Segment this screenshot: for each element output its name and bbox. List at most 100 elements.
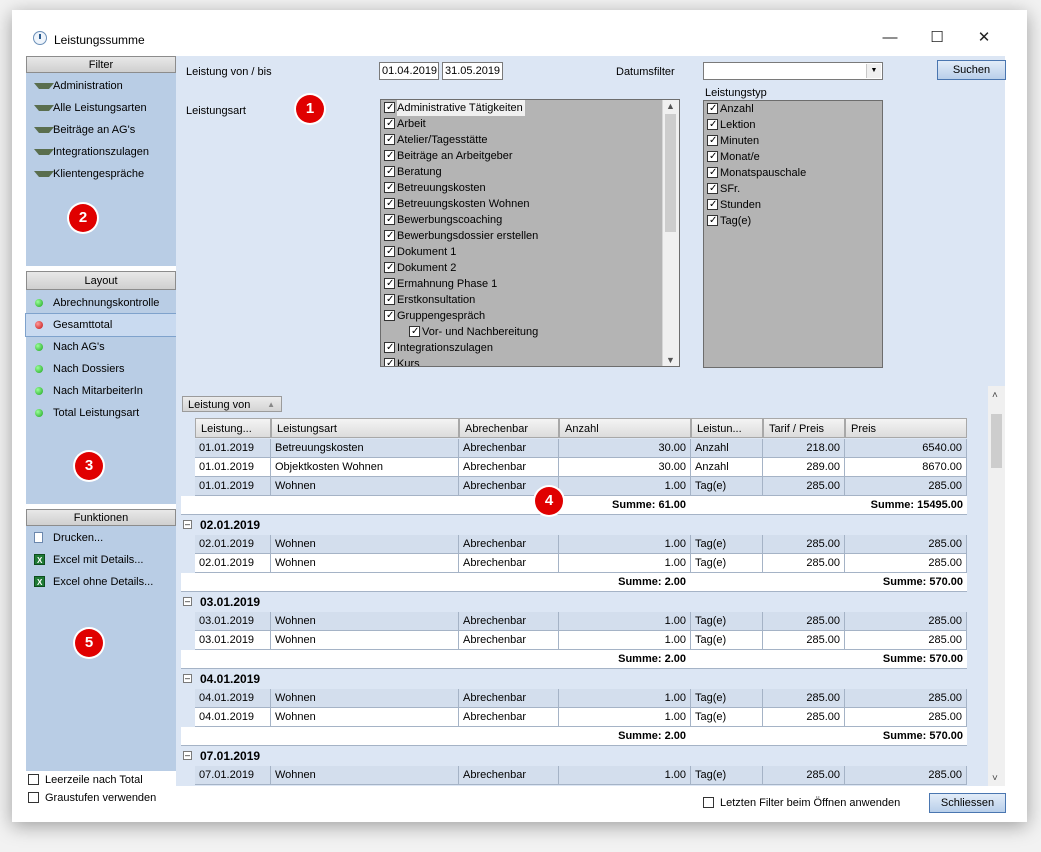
maximize-button[interactable]: ☐ [922,28,952,48]
table-row[interactable]: 07.01.2019 Wohnen Abrechenbar 1.00 Tag(e) 285… [181,766,967,785]
table-row[interactable]: 04.01.2019 Wohnen Abrechenbar 1.00 Tag(e) 285… [181,708,967,727]
sidebar-item[interactable]: Abrechnungskontrolle [26,292,176,314]
leistungstyp-item[interactable]: ✓ Monatspauschale [704,165,882,181]
leistungsart-list[interactable]: ✓ Administrative Tätigkeiten ✓ Arbeit ✓ Ateli… [380,99,680,367]
graustufen-checkbox[interactable] [28,792,39,803]
checkbox-checked-icon[interactable]: ✓ [707,215,718,226]
column-header[interactable]: Leistung... [195,418,271,438]
table-row[interactable]: 02.01.2019 Wohnen Abrechenbar 1.00 Tag(e) 285… [181,554,967,573]
checkbox-checked-icon[interactable]: ✓ [707,135,718,146]
datumsfilter-select[interactable]: ▼ [703,62,883,80]
checkbox-checked-icon[interactable]: ✓ [384,262,395,273]
collapse-icon[interactable]: – [183,597,192,606]
sidebar-item[interactable]: Integrationszulagen [26,141,176,163]
leistungsart-item[interactable]: ✓ Dokument 1 [381,244,679,260]
chevron-down-icon[interactable]: ▼ [866,64,881,78]
collapse-icon[interactable]: – [183,674,192,683]
leistungsart-item[interactable]: ✓ Beratung [381,164,679,180]
sidebar-item[interactable]: Total Leistungsart [26,402,176,424]
column-header[interactable]: Tarif / Preis [763,418,845,438]
table-row[interactable]: 03.01.2019 Wohnen Abrechenbar 1.00 Tag(e) 285… [181,612,967,631]
checkbox-checked-icon[interactable]: ✓ [707,183,718,194]
leistungsart-item[interactable]: ✓ Arbeit [381,116,679,132]
checkbox-checked-icon[interactable]: ✓ [384,102,395,113]
date-to-input[interactable]: 31.05.2019 [442,62,503,80]
sidebar-item[interactable]: Excel mit Details... [26,549,176,572]
leistungstyp-list[interactable]: ✓ Anzahl ✓ Lektion ✓ Minuten ✓ Monat/e ✓ Monatspa… [703,100,883,368]
checkbox-checked-icon[interactable]: ✓ [707,199,718,210]
checkbox-checked-icon[interactable]: ✓ [409,326,420,337]
leistungsart-item[interactable]: ✓ Administrative Tätigkeiten [381,100,679,116]
leistungsart-item[interactable]: ✓ Vor- und Nachbereitung [381,324,679,340]
table-row[interactable]: 04.01.2019 Wohnen Abrechenbar 1.00 Tag(e) 285… [181,689,967,708]
checkbox-checked-icon[interactable]: ✓ [384,166,395,177]
checkbox-checked-icon[interactable]: ✓ [384,294,395,305]
sidebar-item[interactable]: Administration [26,75,176,97]
column-header[interactable]: Abrechenbar [459,418,559,438]
checkbox-checked-icon[interactable]: ✓ [707,151,718,162]
checkbox-checked-icon[interactable]: ✓ [384,278,395,289]
collapse-icon[interactable]: – [183,520,192,529]
checkbox-checked-icon[interactable]: ✓ [707,103,718,114]
scroll-down-icon[interactable]: ˅ [992,773,998,784]
leistungsart-item[interactable]: ✓ Kurs [381,356,679,366]
search-button[interactable]: Suchen [937,60,1006,80]
letzten-filter-option[interactable]: Letzten Filter beim Öffnen anwenden [703,796,900,810]
checkbox-checked-icon[interactable]: ✓ [384,230,395,241]
leistungstyp-item[interactable]: ✓ Lektion [704,117,882,133]
sidebar-item[interactable]: Beiträge an AG's [26,119,176,141]
table-row[interactable]: 02.01.2019 Wohnen Abrechenbar 1.00 Tag(e) 285… [181,535,967,554]
sidebar-item[interactable]: Klientengespräche [26,163,176,185]
column-header[interactable]: Leistun... [691,418,763,438]
leistungstyp-item[interactable]: ✓ Minuten [704,133,882,149]
leistungsart-item[interactable]: ✓ Beiträge an Arbeitgeber [381,148,679,164]
scroll-up-icon[interactable]: ˄ [992,390,998,401]
leistungsart-item[interactable]: ✓ Integrationszulagen [381,340,679,356]
leistungsart-item[interactable]: ✓ Gruppengespräch [381,308,679,324]
leistungsart-item[interactable]: ✓ Erstkonsultation [381,292,679,308]
group-row[interactable]: –07.01.2019 [181,746,967,766]
checkbox-checked-icon[interactable]: ✓ [384,150,395,161]
leistungstyp-item[interactable]: ✓ Monat/e [704,149,882,165]
sidebar-item[interactable]: Excel ohne Details... [26,571,176,594]
sidebar-item[interactable]: Alle Leistungsarten [26,97,176,119]
group-row[interactable]: –02.01.2019 [181,515,967,535]
grid-scrollbar-thumb[interactable] [991,414,1002,468]
sidebar-item[interactable]: Nach MitarbeiterIn [26,380,176,402]
checkbox-checked-icon[interactable]: ✓ [384,118,395,129]
grid-scrollbar[interactable]: ˄ ˅ [988,386,1005,786]
checkbox-checked-icon[interactable]: ✓ [384,310,395,321]
checkbox-checked-icon[interactable]: ✓ [384,214,395,225]
checkbox-checked-icon[interactable]: ✓ [384,342,395,353]
column-header[interactable]: Anzahl [559,418,691,438]
sidebar-item[interactable]: Gesamttotal [25,313,177,337]
scrollbar-thumb[interactable] [665,114,676,232]
table-row[interactable]: 01.01.2019 Wohnen Abrechenbar 1.00 Tag(e) 285… [181,477,967,496]
leistungsart-item[interactable]: ✓ Betreuungskosten Wohnen [381,196,679,212]
checkbox-checked-icon[interactable]: ✓ [384,198,395,209]
sidebar-item[interactable]: Drucken... [26,527,176,549]
leistungstyp-item[interactable]: ✓ Stunden [704,197,882,213]
graustufen-option[interactable]: Graustufen verwenden [28,791,156,805]
scroll-up-icon[interactable]: ▲ [666,101,675,111]
close-button[interactable]: ✕ [969,28,999,48]
checkbox-checked-icon[interactable]: ✓ [707,167,718,178]
leistungsart-item[interactable]: ✓ Ermahnung Phase 1 [381,276,679,292]
leistungstyp-item[interactable]: ✓ Anzahl [704,101,882,117]
leistungsart-item[interactable]: ✓ Betreuungskosten [381,180,679,196]
leistungsart-item[interactable]: ✓ Atelier/Tagesstätte [381,132,679,148]
column-header[interactable]: Preis [845,418,967,438]
minimize-button[interactable]: — [875,28,905,48]
sidebar-item[interactable]: Nach Dossiers [26,358,176,380]
collapse-icon[interactable]: – [183,751,192,760]
checkbox-checked-icon[interactable]: ✓ [384,246,395,257]
checkbox-checked-icon[interactable]: ✓ [384,358,395,366]
checkbox-checked-icon[interactable]: ✓ [384,182,395,193]
leistungsart-item[interactable]: ✓ Bewerbungscoaching [381,212,679,228]
leerzeile-option[interactable]: Leerzeile nach Total [28,773,143,787]
group-row[interactable]: –03.01.2019 [181,592,967,612]
schliessen-button[interactable]: Schliessen [929,793,1006,813]
leistungstyp-item[interactable]: ✓ SFr. [704,181,882,197]
column-header[interactable]: Leistungsart [271,418,459,438]
leistungsart-scrollbar[interactable]: ▲ ▼ [662,100,679,366]
